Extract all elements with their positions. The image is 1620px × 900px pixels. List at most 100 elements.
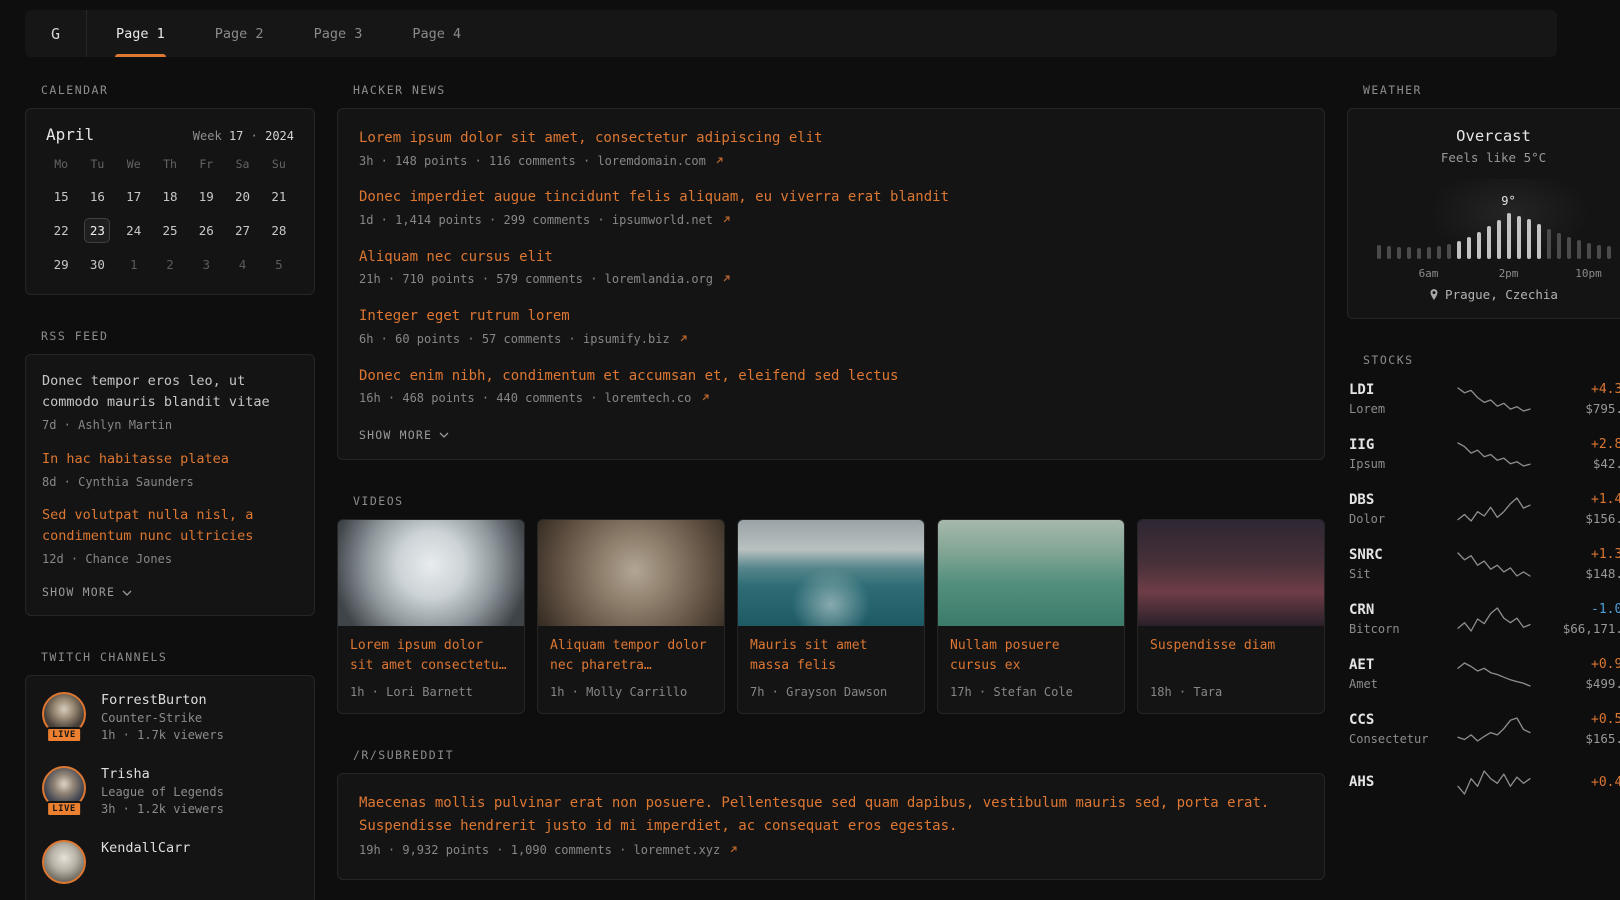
stocks-section-title: STOCKS — [1363, 353, 1620, 367]
stock-row[interactable]: IIGIpsum+2.84%$42.04 — [1349, 437, 1620, 471]
calendar-day[interactable]: 28 — [261, 215, 297, 246]
stock-values: +0.46% — [1554, 775, 1620, 790]
tab-page-2[interactable]: Page 2 — [190, 10, 289, 57]
rss-feed-widget: Donec tempor eros leo, ut commodo mauris… — [25, 354, 315, 616]
tab-page-4[interactable]: Page 4 — [387, 10, 486, 57]
stock-sparkline — [1456, 604, 1532, 634]
weather-location[interactable]: Prague, Czechia — [1364, 287, 1620, 302]
hn-item-link[interactable]: Donec enim nibh, condimentum et accumsan… — [359, 367, 1303, 387]
weather-hour-bar — [1397, 247, 1401, 259]
app-logo[interactable]: G — [25, 10, 87, 57]
twitch-channel[interactable]: LIVETrishaLeague of Legends3h · 1.2k vie… — [42, 766, 298, 816]
video-thumbnail — [1138, 520, 1324, 626]
calendar-day[interactable]: 26 — [188, 215, 224, 246]
hn-item-domain[interactable]: ipsumworld.net — [612, 213, 731, 227]
video-card[interactable]: Nullam posuere cursus ex17h · Stefan Col… — [937, 519, 1125, 714]
rss-show-more-button[interactable]: SHOW MORE — [42, 585, 298, 599]
calendar-day[interactable]: 4 — [224, 249, 260, 280]
calendar-day[interactable]: 24 — [116, 215, 152, 246]
twitch-channel[interactable]: LIVEForrestBurtonCounter-Strike1h · 1.7k… — [42, 692, 298, 742]
hn-item-domain[interactable]: loremlandia.org — [605, 272, 732, 286]
calendar-day[interactable]: 1 — [116, 249, 152, 280]
calendar-day[interactable]: 25 — [152, 215, 188, 246]
video-thumbnail — [538, 520, 724, 626]
calendar-day[interactable]: 22 — [43, 215, 79, 246]
tab-page-3[interactable]: Page 3 — [289, 10, 388, 57]
subreddit-item-domain[interactable]: loremnet.xyz — [634, 843, 739, 857]
calendar-day[interactable]: 21 — [261, 181, 297, 212]
weather-hour-bar — [1457, 241, 1461, 259]
hn-item-domain[interactable]: loremtech.co — [605, 391, 710, 405]
calendar-section-title: CALENDAR — [41, 83, 315, 97]
video-title[interactable]: Suspendisse diam — [1150, 636, 1312, 677]
calendar-week-number: 17 — [229, 129, 243, 143]
subreddit-widget: Maecenas mollis pulvinar erat non posuer… — [337, 773, 1325, 880]
calendar-day[interactable]: 29 — [43, 249, 79, 280]
rss-item-link[interactable]: Donec tempor eros leo, ut commodo mauris… — [42, 371, 298, 413]
video-meta: 18h · Tara — [1150, 684, 1312, 701]
tab-page-1[interactable]: Page 1 — [91, 10, 190, 57]
stock-row[interactable]: SNRCSit+1.36%$148.64 — [1349, 547, 1620, 581]
hn-item-link[interactable]: Integer eget rutrum lorem — [359, 307, 1303, 327]
rss-item-link[interactable]: In hac habitasse platea — [42, 449, 298, 470]
calendar-day[interactable]: 30 — [79, 249, 115, 280]
calendar-day[interactable]: 27 — [224, 215, 260, 246]
calendar-day[interactable]: 2 — [152, 249, 188, 280]
rss-item-meta: 8d · Cynthia Saunders — [42, 474, 298, 491]
subreddit-item-stats: 19h · 9,932 points · 1,090 comments · — [359, 843, 634, 857]
hn-item-link[interactable]: Donec imperdiet augue tincidunt felis al… — [359, 188, 1303, 208]
subreddit-item-link[interactable]: Maecenas mollis pulvinar erat non posuer… — [359, 792, 1303, 838]
stock-row[interactable]: AHS +0.46% — [1349, 767, 1620, 797]
page-tabs: Page 1Page 2Page 3Page 4 — [91, 10, 486, 57]
subreddit-section-title: /R/SUBREDDIT — [353, 748, 1325, 762]
calendar-day-header: Mo — [43, 157, 79, 178]
video-title[interactable]: Mauris sit amet massa felis — [750, 636, 912, 677]
stock-name: Consectetur — [1349, 732, 1433, 746]
calendar-day-number: 20 — [230, 184, 256, 209]
stock-name: Lorem — [1349, 402, 1433, 416]
stock-row[interactable]: CCSConsectetur+0.51%$165.84 — [1349, 712, 1620, 746]
stock-values: +1.36%$148.64 — [1554, 547, 1620, 581]
twitch-channel[interactable]: KendallCarr — [42, 840, 298, 884]
weather-hour-bar — [1567, 237, 1571, 259]
video-title[interactable]: Nullam posuere cursus ex — [950, 636, 1112, 677]
calendar-day[interactable]: 5 — [261, 249, 297, 280]
calendar-day[interactable]: 20 — [224, 181, 260, 212]
calendar-day-selected[interactable]: 23 — [79, 215, 115, 246]
calendar-day[interactable]: 16 — [79, 181, 115, 212]
video-meta: 1h · Lori Barnett — [350, 684, 512, 701]
hn-item-link[interactable]: Aliquam nec cursus elit — [359, 248, 1303, 268]
stock-price: $66,171.48 — [1554, 621, 1620, 636]
video-card[interactable]: Aliquam tempor dolor nec pharetra…1h · M… — [537, 519, 725, 714]
hn-item-domain[interactable]: loremdomain.com — [597, 154, 724, 168]
hn-item-domain[interactable]: ipsumify.biz — [583, 332, 688, 346]
hn-item-stats: 21h · 710 points · 579 comments · — [359, 272, 605, 286]
calendar-day[interactable]: 17 — [116, 181, 152, 212]
video-card[interactable]: Mauris sit amet massa felis7h · Grayson … — [737, 519, 925, 714]
stock-row[interactable]: AETAmet+0.92%$499.72 — [1349, 657, 1620, 691]
video-card[interactable]: Suspendisse diam 18h · Tara — [1137, 519, 1325, 714]
streamer-name[interactable]: ForrestBurton — [101, 692, 224, 708]
streamer-name[interactable]: KendallCarr — [101, 840, 190, 856]
stock-symbol: DBS — [1349, 492, 1433, 508]
video-title[interactable]: Aliquam tempor dolor nec pharetra… — [550, 636, 712, 677]
stock-row[interactable]: CRNBitcorn-1.00%$66,171.48 — [1349, 602, 1620, 636]
calendar-day[interactable]: 15 — [43, 181, 79, 212]
stock-symbol: AHS — [1349, 774, 1433, 790]
video-card[interactable]: Lorem ipsum dolor sit amet consectetu… 1h… — [337, 519, 525, 714]
weather-time-label: 10pm — [1575, 267, 1602, 280]
hn-item-link[interactable]: Lorem ipsum dolor sit amet, consectetur … — [359, 129, 1303, 149]
video-title[interactable]: Lorem ipsum dolor sit amet consectetu… — [350, 636, 512, 677]
twitch-channel-info: ForrestBurtonCounter-Strike1h · 1.7k vie… — [101, 692, 224, 742]
calendar-day[interactable]: 18 — [152, 181, 188, 212]
stock-row[interactable]: LDILorem+4.35%$795.18 — [1349, 382, 1620, 416]
stock-row[interactable]: DBSDolor+1.42%$156.28 — [1349, 492, 1620, 526]
rss-item-link[interactable]: Sed volutpat nulla nisl, a condimentum n… — [42, 505, 298, 547]
calendar-day[interactable]: 19 — [188, 181, 224, 212]
calendar-separator: · — [251, 129, 258, 143]
calendar-day[interactable]: 3 — [188, 249, 224, 280]
videos-section-title: VIDEOS — [353, 494, 1325, 508]
hn-show-more-button[interactable]: SHOW MORE — [359, 428, 449, 442]
video-card-body: Aliquam tempor dolor nec pharetra…1h · M… — [538, 626, 724, 713]
streamer-name[interactable]: Trisha — [101, 766, 224, 782]
